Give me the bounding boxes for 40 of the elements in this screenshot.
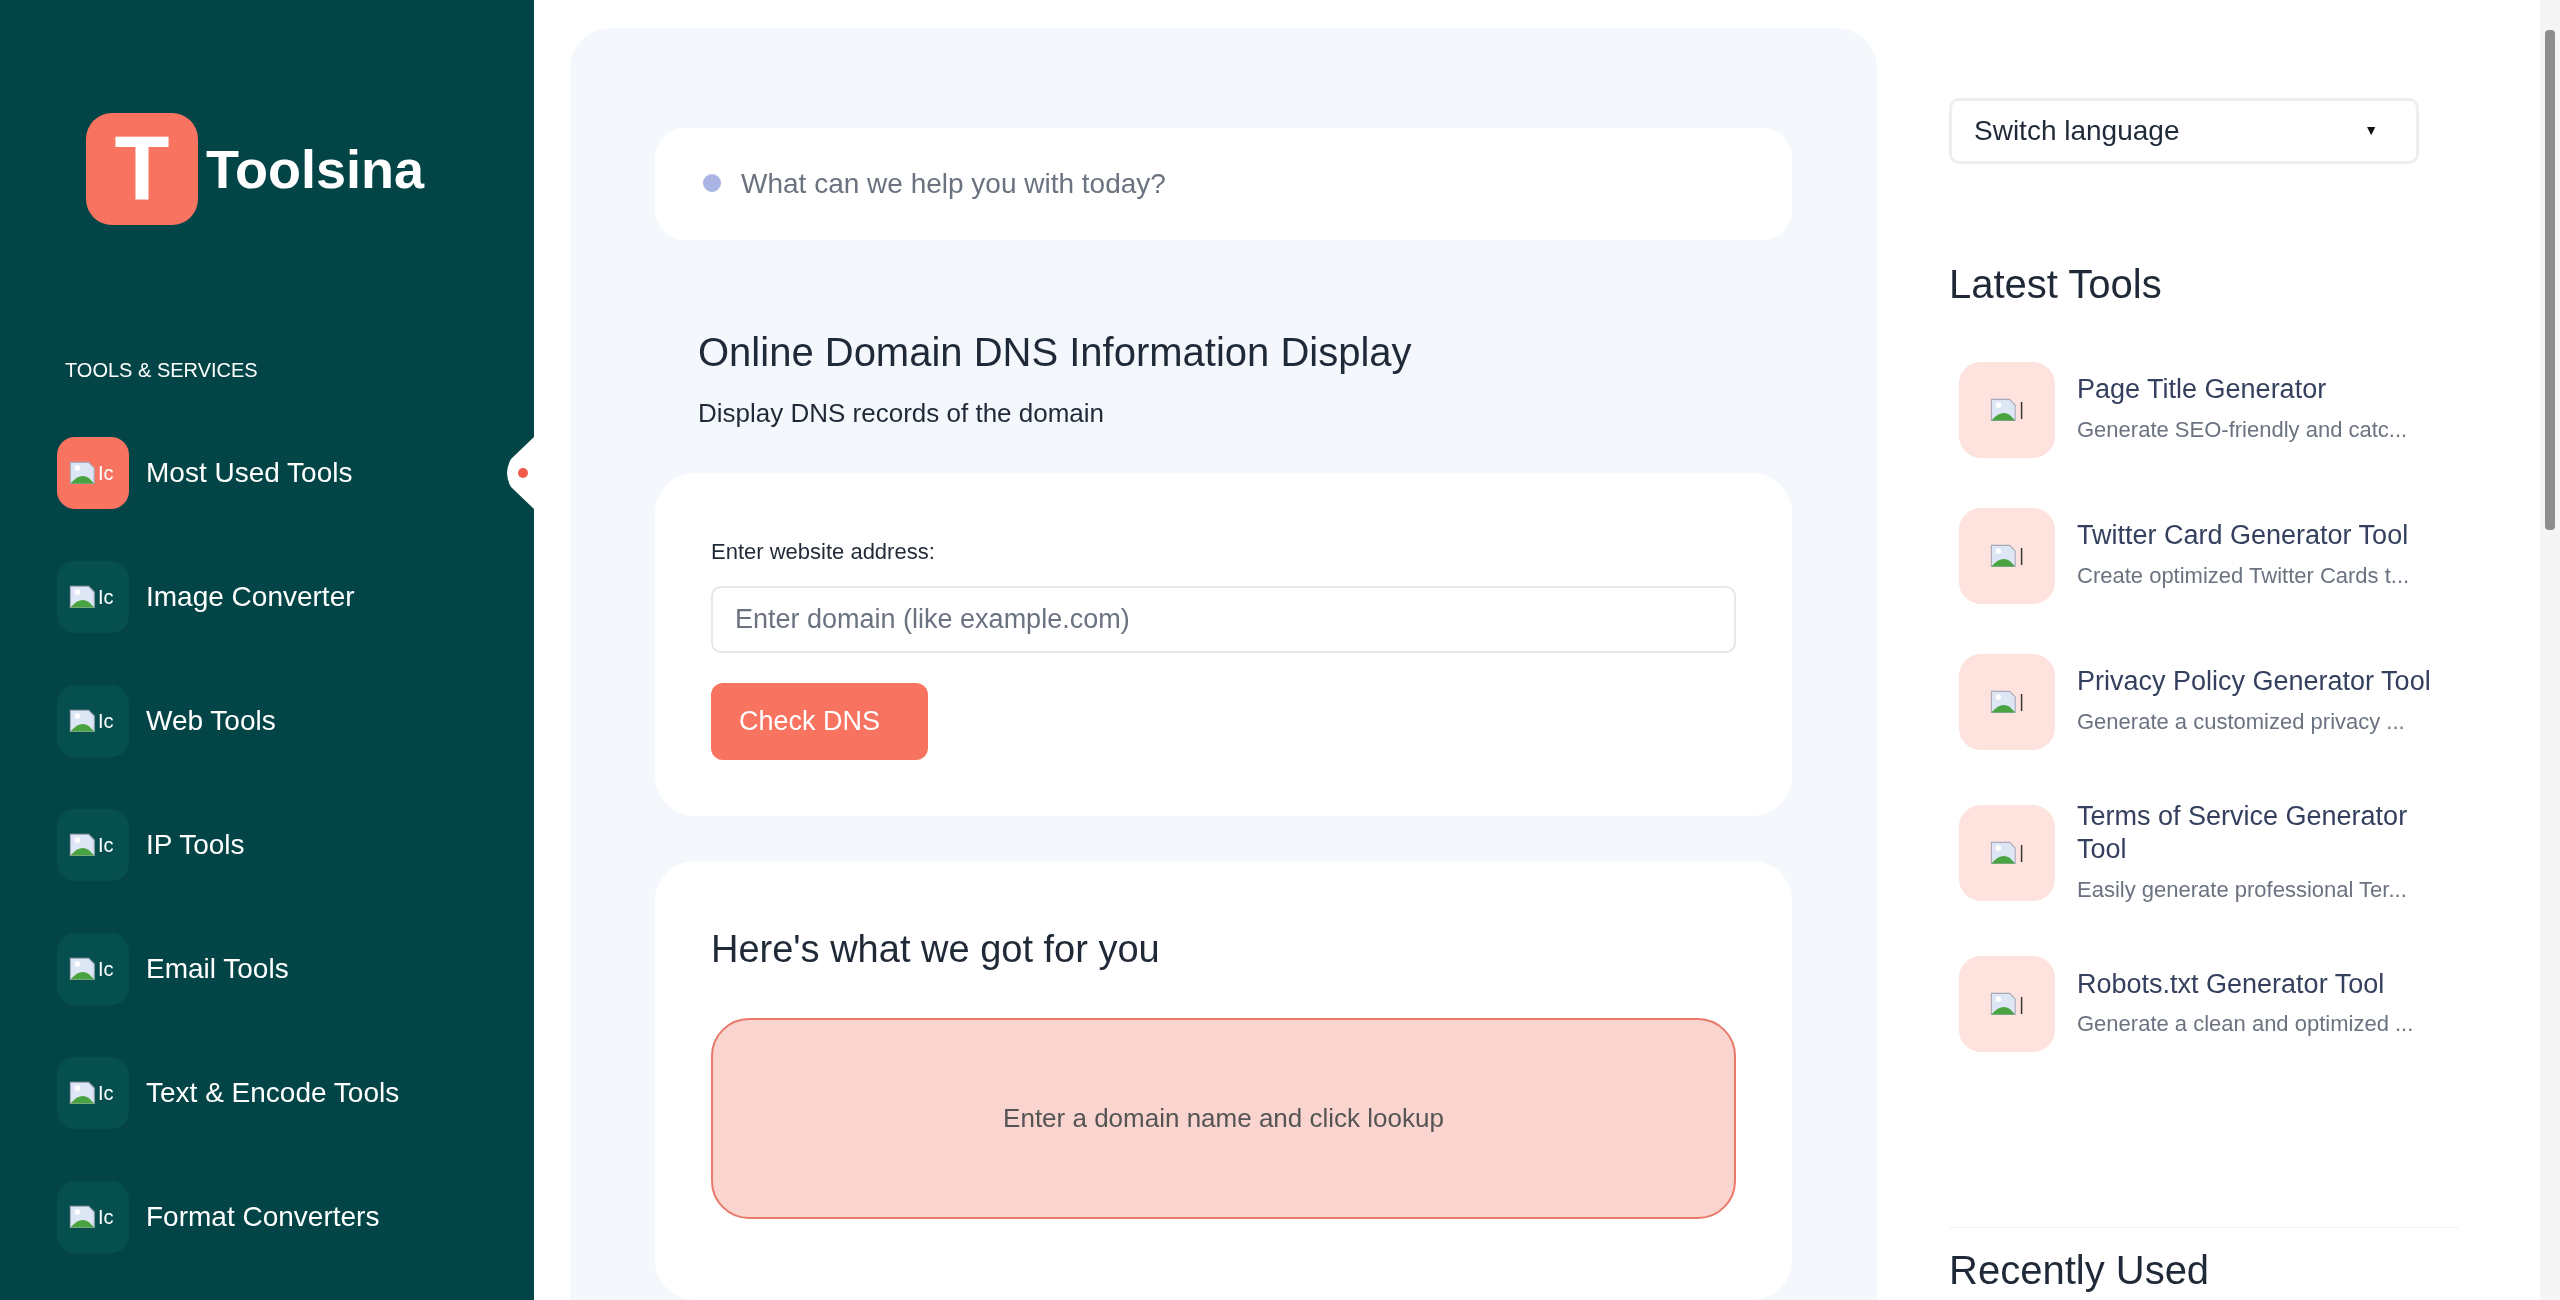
image-icon: Ic xyxy=(57,1057,129,1129)
results-message: Enter a domain name and click lookup xyxy=(1003,1102,1444,1135)
domain-input[interactable]: Enter domain (like example.com) xyxy=(711,586,1736,653)
tool-link[interactable]: | Privacy Policy Generator Tool Generate a customized privacy ... xyxy=(1959,653,2489,750)
scrollbar[interactable] xyxy=(2540,0,2560,1300)
page-subtitle: Display DNS records of the domain xyxy=(698,397,1105,430)
image-icon: | xyxy=(1959,507,2055,604)
brand-name: Toolsina xyxy=(206,137,424,201)
image-icon: | xyxy=(1959,653,2055,750)
tool-link[interactable]: | Page Title Generator Generate SEO-friendly and catc... xyxy=(1959,361,2489,458)
section-heading: Recently Used xyxy=(1949,1247,2210,1294)
image-icon: Ic xyxy=(57,561,129,633)
sidebar-item[interactable]: Ic Most Used Tools xyxy=(57,437,534,509)
image-icon: | xyxy=(1959,956,2055,1052)
tool-link[interactable]: | Terms of Service Generator Tool Easily generate professional Ter... xyxy=(1959,799,2489,906)
search-input[interactable]: What can we help you with today? xyxy=(741,163,1746,205)
sidebar-item[interactable]: Ic Web Tools xyxy=(57,685,534,757)
image-icon: | xyxy=(1959,361,2055,458)
sidebar-item[interactable]: Ic Image Converter xyxy=(57,561,534,633)
language-select[interactable]: Switch language ▼ xyxy=(1949,98,2419,164)
image-icon: Ic xyxy=(57,809,129,881)
caret-icon: ▼ xyxy=(2364,120,2378,142)
image-icon: Ic xyxy=(57,685,129,757)
image-icon: Ic xyxy=(57,1181,129,1253)
sidebar-item[interactable]: Ic Text & Encode Tools xyxy=(57,1057,534,1129)
search-bar[interactable]: What can we help you with today? xyxy=(655,128,1792,240)
image-icon: Ic xyxy=(57,933,129,1005)
tool-link[interactable]: | Robots.txt Generator Tool Generate a clean and optimized ... xyxy=(1959,956,2489,1052)
image-icon: Ic xyxy=(57,437,129,509)
sidebar-item[interactable]: Ic Format Converters xyxy=(57,1181,534,1253)
results-heading: Here's what we got for you xyxy=(711,927,1160,972)
tool-link[interactable]: | Twitter Card Generator Tool Create optimized Twitter Cards t... xyxy=(1959,507,2489,604)
sidebar-item[interactable]: Ic IP Tools xyxy=(57,809,534,881)
section-heading: TOOLS & SERVICES xyxy=(64,358,258,383)
field-label: Enter website address: xyxy=(711,538,935,566)
logo-icon: T xyxy=(86,113,198,225)
section-heading: Latest Tools xyxy=(1949,260,2162,308)
page-title: Online Domain DNS Information Display xyxy=(698,329,1412,376)
image-icon: | xyxy=(1959,804,2055,901)
sidebar-item[interactable]: Ic Email Tools xyxy=(57,933,534,1005)
